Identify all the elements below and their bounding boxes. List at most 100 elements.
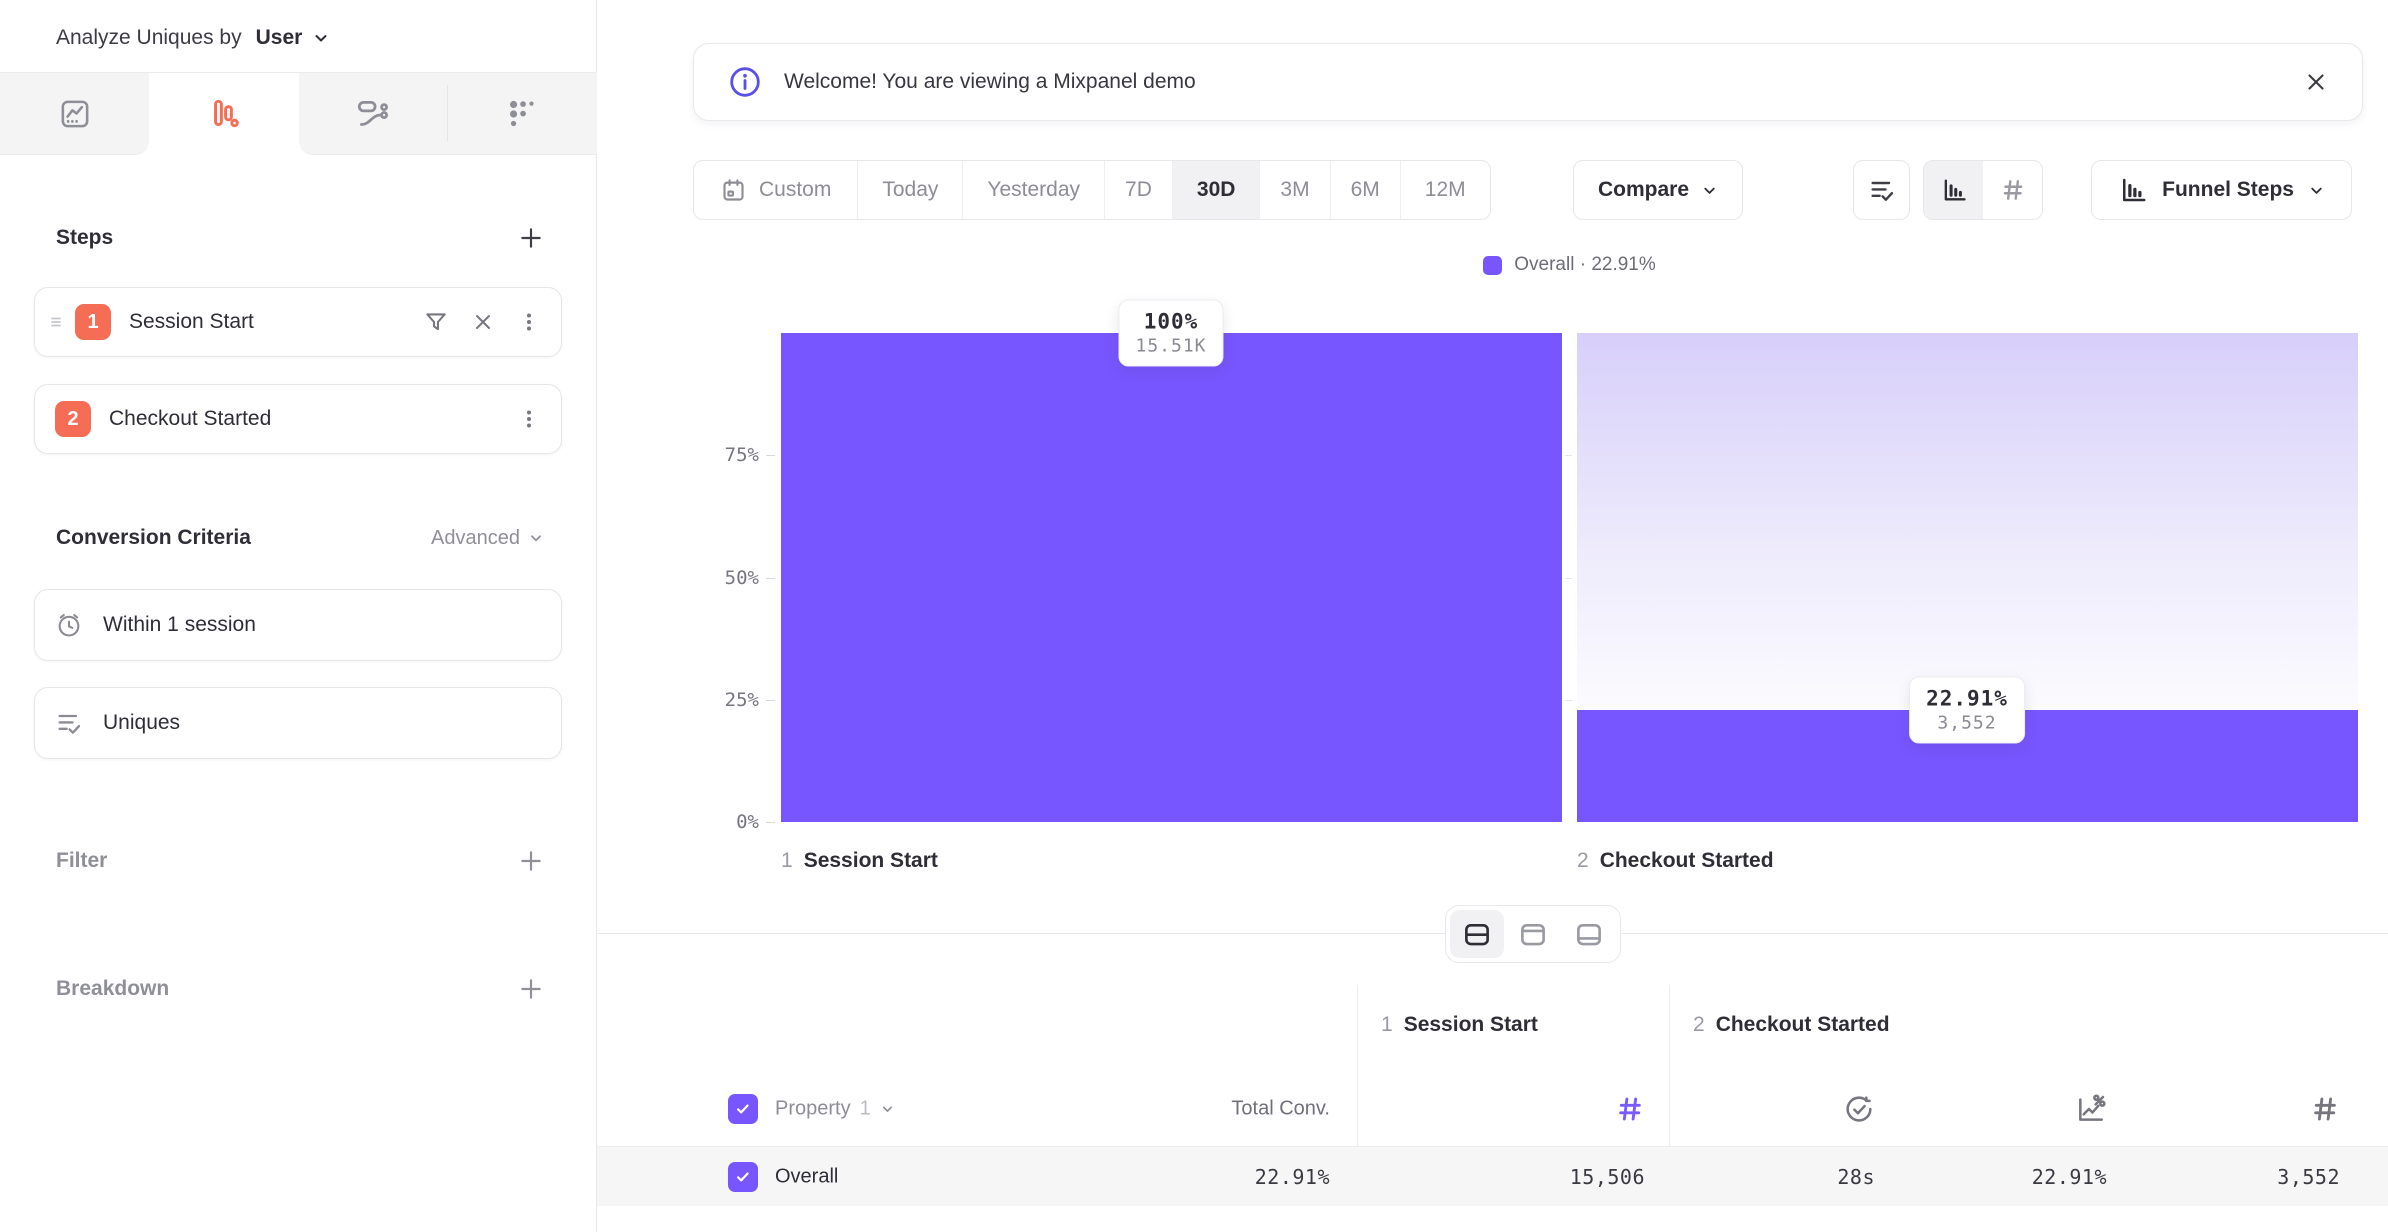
drag-handle-icon[interactable] [47,313,65,331]
step-kebab-menu-icon[interactable] [517,407,541,431]
funnel-steps-chart-icon [2118,175,2148,205]
conversion-window-card[interactable]: Within 1 session [34,589,562,661]
y-axis-tick-label: 75% [689,444,759,466]
date-range-yesterday[interactable]: Yesterday [962,161,1104,219]
y-axis-tick-mark [766,822,775,823]
conversion-rate-chart-icon [1887,1093,2119,1125]
funnel-steps-view-dropdown[interactable]: Funnel Steps [2091,160,2352,220]
filter-row: Filter [56,843,544,879]
bar-value-tooltip: 100% 15.51K [1118,300,1223,367]
breakdown-table: 1 Session Start 2 Checkout Started Prope… [597,985,2388,1232]
tooltip-count: 15.51K [1135,336,1206,357]
x-axis-step-labels: 1 Session Start 2 Checkout Started [781,849,2358,883]
add-step-button[interactable] [518,225,544,251]
funnels-icon [205,95,243,133]
bar-chart-icon [1940,176,1968,204]
banner-message: Welcome! You are viewing a Mixpanel demo [784,70,1196,94]
date-range-label: Yesterday [987,178,1080,202]
date-range-3m[interactable]: 3M [1259,161,1329,219]
tab-flows[interactable] [299,73,448,155]
funnel-bar-session-start[interactable] [781,333,1562,822]
hash-icon [2000,177,2026,203]
date-range-label: 6M [1351,178,1380,202]
step-event-label[interactable]: Checkout Started [109,407,271,431]
counting-method-label: Uniques [103,711,180,735]
date-range-label: 3M [1280,178,1309,202]
compare-button[interactable]: Compare [1573,160,1743,220]
tab-insights[interactable] [0,73,149,155]
legend-separator: · [1580,254,1586,275]
steps-header-row: Steps [56,220,544,256]
breakdown-title: Breakdown [56,977,169,1001]
group-header-name: Checkout Started [1716,1013,1890,1037]
conversion-criteria-header-row: Conversion Criteria Advanced [56,520,544,556]
tooltip-percent: 22.91% [1926,687,2008,711]
steps-title: Steps [56,226,113,250]
info-icon [728,65,762,99]
remove-step-icon[interactable] [471,310,495,334]
analyze-uniques-row: Analyze Uniques by User [56,18,330,58]
date-range-segmented-control: Custom Today Yesterday 7D 30D 3M 6M 12M [693,160,1491,220]
close-icon[interactable] [2304,70,2328,94]
insights-icon [56,95,94,133]
uniques-metric-button[interactable] [1853,160,1910,220]
date-range-30d[interactable]: 30D [1172,161,1260,219]
advanced-label: Advanced [431,527,520,550]
legend-swatch [1483,256,1502,275]
y-axis-tick-mark [766,700,775,701]
date-range-7d[interactable]: 7D [1104,161,1172,219]
table-group-header-checkout-started: 2 Checkout Started [1693,1013,1890,1037]
step-number-badge: 2 [55,401,91,437]
add-breakdown-button[interactable] [518,976,544,1002]
y-axis-tick-label: 25% [689,689,759,711]
property-index: 1 [860,1098,871,1121]
filter-funnel-icon[interactable] [423,309,449,335]
tab-funnels[interactable] [149,73,298,155]
select-all-checkbox[interactable] [728,1094,758,1124]
date-range-6m[interactable]: 6M [1330,161,1400,219]
mixpanel-funnels-screen: Analyze Uniques by User [0,0,2388,1232]
tab-retention[interactable] [448,73,597,155]
count-metric-icon [2119,1094,2352,1124]
step-kebab-menu-icon[interactable] [517,310,541,334]
tooltip-count: 3,552 [1926,713,2008,734]
chevron-down-icon[interactable] [312,29,330,47]
step-number-badge: 1 [75,304,111,340]
group-header-number: 1 [1381,1013,1393,1037]
add-filter-button[interactable] [518,848,544,874]
session-start-count-value: 15,506 [1357,1165,1669,1189]
layout-split-view-button[interactable] [1450,910,1504,958]
date-range-12m[interactable]: 12M [1400,161,1490,219]
alarm-clock-icon [55,611,83,639]
table-row-overall[interactable]: Overall 22.91% 15,506 28s 22.91% 3,552 [597,1147,2388,1206]
advanced-dropdown[interactable]: Advanced [431,527,544,550]
step-axis-number: 2 [1577,849,1589,873]
date-range-today[interactable]: Today [857,161,962,219]
date-range-custom[interactable]: Custom [694,161,857,219]
layout-chart-only-button[interactable] [1506,910,1560,958]
step-axis-label: 1 Session Start [781,849,938,873]
funnel-column-session-start [781,333,1562,822]
date-range-label: Custom [759,178,831,202]
row-label: Overall [775,1165,838,1188]
analyze-entity-dropdown[interactable]: User [256,26,303,50]
funnel-plot-area: 100% 15.51K 22.91% 3,552 [781,333,2358,822]
absolute-numbers-toggle[interactable] [1983,161,2042,219]
report-type-tab-bar [0,72,597,155]
legend-label: Overall · 22.91% [1514,254,1656,276]
funnel-steps-label: Funnel Steps [2162,178,2294,202]
step-card-session-start[interactable]: 1 Session Start [34,287,562,357]
total-conv-header: Total Conv. [1030,1098,1330,1121]
step-card-checkout-started[interactable]: 2 Checkout Started [34,384,562,454]
step-event-label[interactable]: Session Start [129,310,254,334]
legend-item-overall[interactable]: Overall · 22.91% [781,254,2358,276]
tooltip-percent: 100% [1135,310,1206,334]
row-checkbox[interactable] [728,1162,758,1192]
percent-bars-toggle[interactable] [1924,161,1983,219]
layout-table-only-button[interactable] [1562,910,1616,958]
filter-title: Filter [56,849,107,873]
group-header-number: 2 [1693,1013,1705,1037]
counting-method-card[interactable]: Uniques [34,687,562,759]
conversion-window-label: Within 1 session [103,613,256,637]
property-dropdown[interactable]: Property 1 [775,1098,895,1121]
